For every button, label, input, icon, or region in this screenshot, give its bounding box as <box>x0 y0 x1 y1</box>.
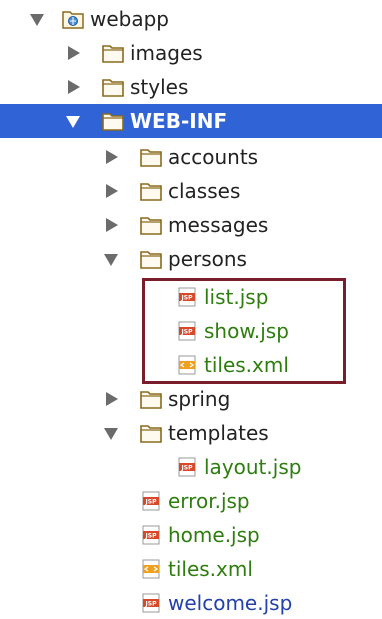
tree-node-persons[interactable]: persons <box>0 242 382 276</box>
tree-node-label: error.jsp <box>168 489 250 513</box>
folder-icon <box>102 77 124 97</box>
jsp-file-icon: JSP <box>176 321 198 341</box>
tree-node-label: welcome.jsp <box>168 591 293 615</box>
svg-text:JSP: JSP <box>181 329 194 336</box>
expanded-arrow-icon[interactable] <box>104 428 118 440</box>
tree-node-label: layout.jsp <box>204 455 302 479</box>
svg-text:JSP: JSP <box>145 499 158 506</box>
tree-node-label: show.jsp <box>204 319 289 343</box>
tree-node-tiles-xml-persons[interactable]: tiles.xml <box>0 348 382 382</box>
tree-node-home-jsp[interactable]: JSP home.jsp <box>0 518 382 552</box>
tree-node-label: home.jsp <box>168 523 260 547</box>
tree-node-spring[interactable]: spring <box>0 382 382 416</box>
svg-text:JSP: JSP <box>181 295 194 302</box>
expanded-arrow-icon[interactable] <box>66 116 80 128</box>
collapsed-arrow-icon[interactable] <box>106 150 118 164</box>
jsp-file-icon: JSP <box>140 491 162 511</box>
tree-node-accounts[interactable]: accounts <box>0 140 382 174</box>
folder-icon <box>140 181 162 201</box>
tree-node-label: webapp <box>90 7 170 31</box>
jsp-file-icon: JSP <box>140 593 162 613</box>
xml-file-icon <box>140 559 162 579</box>
tree-node-images[interactable]: images <box>0 36 382 70</box>
tree-node-label: messages <box>168 213 269 237</box>
tree-node-web-inf[interactable]: WEB-INF <box>0 104 382 138</box>
tree-node-label: classes <box>168 179 241 203</box>
tree-node-layout-jsp[interactable]: JSP layout.jsp <box>0 450 382 484</box>
folder-icon <box>140 249 162 269</box>
jsp-file-icon: JSP <box>140 525 162 545</box>
expanded-arrow-icon[interactable] <box>104 254 118 266</box>
folder-icon <box>140 147 162 167</box>
tree-node-tiles-xml[interactable]: tiles.xml <box>0 552 382 586</box>
collapsed-arrow-icon[interactable] <box>68 80 80 94</box>
tree-node-show-jsp[interactable]: JSP show.jsp <box>0 314 382 348</box>
tree-node-label: tiles.xml <box>168 557 253 581</box>
expanded-arrow-icon[interactable] <box>30 14 44 26</box>
svg-text:JSP: JSP <box>145 601 158 608</box>
xml-file-icon <box>176 355 198 375</box>
collapsed-arrow-icon[interactable] <box>106 392 118 406</box>
tree-node-templates[interactable]: templates <box>0 416 382 450</box>
project-tree: webapp images styles WEB-INF accounts cl… <box>0 0 382 619</box>
folder-icon <box>140 423 162 443</box>
tree-node-label: WEB-INF <box>130 109 228 133</box>
folder-icon <box>102 111 124 131</box>
collapsed-arrow-icon[interactable] <box>68 46 80 60</box>
svg-text:JSP: JSP <box>145 533 158 540</box>
folder-icon <box>140 215 162 235</box>
jsp-file-icon: JSP <box>176 457 198 477</box>
tree-node-label: images <box>130 41 203 65</box>
tree-node-label: accounts <box>168 145 259 169</box>
svg-text:JSP: JSP <box>181 465 194 472</box>
collapsed-arrow-icon[interactable] <box>106 218 118 232</box>
jsp-file-icon: JSP <box>176 287 198 307</box>
tree-node-messages[interactable]: messages <box>0 208 382 242</box>
tree-node-webapp[interactable]: webapp <box>0 2 382 36</box>
tree-node-label: persons <box>168 247 247 271</box>
tree-node-label: spring <box>168 387 231 411</box>
tree-node-label: tiles.xml <box>204 353 289 377</box>
tree-node-error-jsp[interactable]: JSP error.jsp <box>0 484 382 518</box>
tree-node-list-jsp[interactable]: JSP list.jsp <box>0 280 382 314</box>
folder-icon <box>102 43 124 63</box>
collapsed-arrow-icon[interactable] <box>106 184 118 198</box>
tree-node-label: styles <box>130 75 189 99</box>
tree-node-classes[interactable]: classes <box>0 174 382 208</box>
tree-node-welcome-jsp[interactable]: JSP welcome.jsp <box>0 586 382 619</box>
tree-node-styles[interactable]: styles <box>0 70 382 104</box>
tree-node-label: list.jsp <box>204 285 269 309</box>
web-folder-icon <box>62 9 84 29</box>
tree-node-label: templates <box>168 421 269 445</box>
folder-icon <box>140 389 162 409</box>
